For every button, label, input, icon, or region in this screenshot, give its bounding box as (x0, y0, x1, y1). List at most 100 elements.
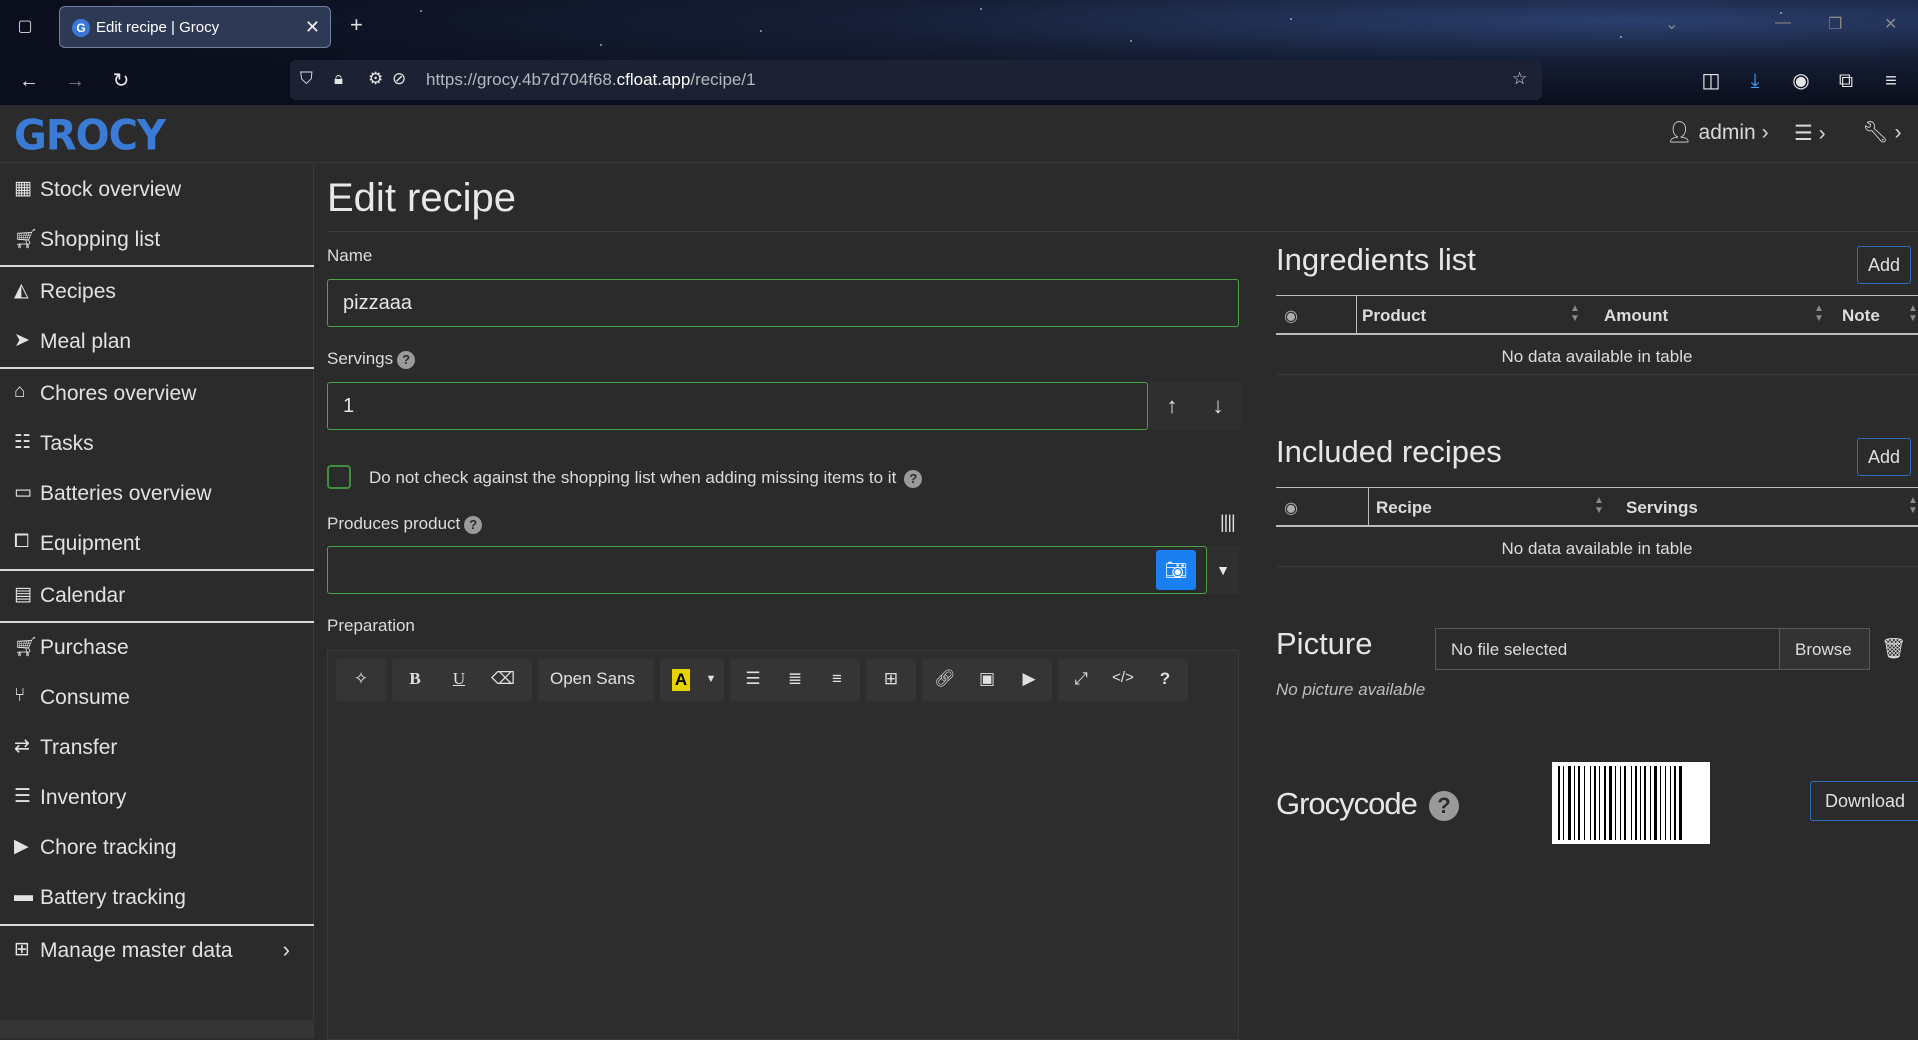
minimize-icon[interactable]: — (1775, 14, 1791, 32)
ingredients-table-header: ◉ Product ▲ ▼ Amount ▲ ▼ Note ▲ ▼ (1276, 295, 1918, 335)
sidebar-item-inventory[interactable]: ☰ Inventory (0, 772, 314, 822)
fullscreen-icon[interactable]: ⤢ (1064, 669, 1098, 689)
toolbar-group-color: A ▼ (660, 659, 724, 701)
help-icon[interactable]: ? (904, 469, 923, 488)
url-text[interactable]: https://grocy.4b7d704f68.cfloat.app/reci… (426, 70, 756, 90)
list-icon: ☰ (14, 786, 32, 807)
forward-icon[interactable]: → (62, 68, 88, 94)
download-grocycode-button[interactable]: Download (1810, 781, 1918, 821)
column-header-amount[interactable]: Amount (1604, 306, 1668, 326)
sidebar-item-purchase[interactable]: 🛒︎ Purchase (0, 622, 314, 672)
sidebar-item-label: Transfer (40, 736, 118, 759)
add-ingredient-button[interactable]: Add (1857, 246, 1911, 284)
menu-icon[interactable]: ≡ (1878, 68, 1904, 94)
sidebar-item-label: Chore tracking (40, 836, 177, 859)
picture-title: Picture (1276, 626, 1373, 661)
bold-icon[interactable]: B (398, 669, 432, 689)
sidebar-item-equipment[interactable]: ⧠ Equipment (0, 518, 314, 568)
autoplay-blocked-icon[interactable]: ⊘ (392, 69, 406, 89)
trash-icon[interactable]: 🗑︎ (1881, 636, 1906, 661)
bookmark-star-icon[interactable]: ☆ (1512, 69, 1527, 89)
extensions-icon[interactable]: ⧉ (1833, 68, 1859, 94)
close-window-icon[interactable]: ✕ (1884, 14, 1897, 34)
browser-tab[interactable]: G Edit recipe | Grocy ✕ (59, 6, 331, 48)
column-header-recipe[interactable]: Recipe (1376, 498, 1432, 518)
help-icon[interactable]: ? (1148, 669, 1182, 689)
underline-icon[interactable]: U (442, 669, 476, 689)
car-battery-icon: ▬ (14, 885, 33, 906)
camera-icon[interactable]: 📷︎ (1156, 550, 1196, 590)
sidebar-item-stock-overview[interactable]: ▦ Stock overview (0, 164, 314, 214)
restore-icon[interactable]: ❐ (1828, 14, 1842, 34)
code-view-icon[interactable]: </> (1106, 669, 1140, 686)
chevron-right-icon: › (282, 937, 290, 962)
image-icon[interactable]: ▣ (970, 669, 1004, 689)
link-icon[interactable]: 🔗︎ (928, 669, 962, 689)
list-all-tabs-icon[interactable]: ⌄ (1665, 14, 1678, 34)
increment-arrow-up-icon[interactable]: ↑ (1149, 382, 1195, 430)
eye-icon[interactable]: ◉ (1284, 306, 1298, 326)
tools-menu[interactable]: 🔧︎ › (1862, 121, 1902, 145)
sidebar-item-manage-master-data[interactable]: ⊞ Manage master data › (0, 925, 314, 977)
font-family-select[interactable]: Open Sans (538, 659, 654, 701)
column-header-servings[interactable]: Servings (1626, 498, 1698, 518)
name-value: pizzaaa (343, 292, 412, 314)
pizza-icon: ◭ (14, 280, 29, 301)
ordered-list-icon[interactable]: ≣ (778, 669, 812, 689)
sidebar-item-consume[interactable]: ⑂ Consume (0, 672, 314, 722)
sort-icon: ▲ ▼ (1814, 303, 1824, 324)
permissions-icon[interactable]: ⚙ (368, 69, 383, 89)
sidebar-item-batteries-overview[interactable]: ▭ Batteries overview (0, 468, 314, 518)
decrement-arrow-down-icon[interactable]: ↓ (1195, 382, 1241, 430)
dropdown-caret-icon[interactable]: ▼ (1207, 546, 1239, 594)
sidebar-item-label: Calendar (40, 584, 126, 607)
downloads-icon[interactable]: ⤓ (1742, 68, 1768, 94)
name-input[interactable]: pizzaaa (327, 279, 1239, 327)
sidebar-item-meal-plan[interactable]: ➤ Meal plan (0, 316, 314, 366)
unordered-list-icon[interactable]: ☰ (736, 669, 770, 689)
no-shopping-list-check-checkbox[interactable] (327, 465, 351, 489)
user-menu[interactable]: 👤︎ admin › (1666, 121, 1769, 145)
column-header-product[interactable]: Product (1362, 306, 1426, 326)
help-icon[interactable]: ? (1428, 790, 1459, 821)
shield-icon[interactable]: ⛉ (300, 69, 313, 89)
sidebar-item-transfer[interactable]: ⇄ Transfer (0, 722, 314, 772)
align-icon[interactable]: ≡ (820, 669, 854, 689)
video-icon[interactable]: ▶ (1012, 669, 1046, 689)
back-icon[interactable]: ← (16, 68, 42, 94)
grocy-favicon-icon: G (72, 19, 90, 37)
account-icon[interactable]: ◉ (1788, 68, 1814, 94)
tab-list-icon[interactable]: ▢ (14, 16, 36, 38)
sidebar-item-chore-tracking[interactable]: ▶ Chore tracking (0, 822, 314, 872)
help-icon[interactable]: ? (397, 350, 416, 369)
reload-icon[interactable]: ↻ (108, 68, 134, 94)
sidebar-item-chores-overview[interactable]: ⌂ Chores overview (0, 368, 314, 418)
close-tab-icon[interactable]: ✕ (305, 17, 320, 38)
table-icon[interactable]: ⊞ (874, 669, 908, 689)
sidebar-item-battery-tracking[interactable]: ▬ Battery tracking (0, 872, 314, 922)
picture-file-input[interactable]: No file selected (1435, 628, 1780, 670)
column-header-note[interactable]: Note (1842, 306, 1880, 326)
text-color-icon[interactable]: A (672, 669, 690, 691)
sidebar-item-shopping-list[interactable]: 🛒︎ Shopping list (0, 214, 314, 264)
add-included-recipe-button[interactable]: Add (1857, 438, 1911, 476)
browse-button[interactable]: Browse (1779, 628, 1870, 670)
lock-icon[interactable]: 🔒︎ (334, 69, 343, 89)
sidebar-item-recipes[interactable]: ◭ Recipes (0, 266, 314, 316)
new-tab-icon[interactable]: + (350, 12, 363, 38)
grocy-logo[interactable]: GROCY (14, 112, 166, 160)
barcode-scan-icon[interactable]: |||| (1220, 512, 1236, 533)
preparation-editor[interactable]: ✧ B U ⌫ Open Sans A ▼ ☰ ≣ ≡ ⊞ 🔗︎ ▣ ▶ ⤢ <… (327, 650, 1239, 1040)
color-caret-icon[interactable]: ▼ (694, 673, 728, 685)
url-bar[interactable]: ⛉ 🔒︎ ⚙ ⊘ https://grocy.4b7d704f68.cfloat… (290, 60, 1542, 100)
sidebar-item-tasks[interactable]: ☷ Tasks (0, 418, 314, 468)
eye-icon[interactable]: ◉ (1284, 498, 1298, 518)
settings-menu[interactable]: ☰ › (1794, 121, 1826, 146)
eraser-icon[interactable]: ⌫ (486, 669, 520, 689)
sidebar-item-calendar[interactable]: ▤ Calendar (0, 570, 314, 620)
magic-wand-icon[interactable]: ✧ (344, 669, 378, 689)
pocket-icon[interactable]: ◫ (1698, 68, 1724, 94)
produces-product-input[interactable]: 📷︎ (327, 546, 1207, 594)
help-icon[interactable]: ? (464, 515, 483, 534)
servings-input[interactable]: 1 (327, 382, 1148, 430)
